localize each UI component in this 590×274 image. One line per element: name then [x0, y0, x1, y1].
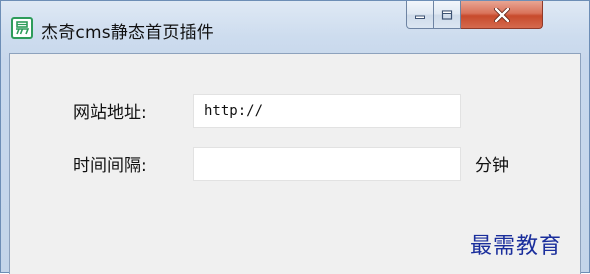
site-url-label: 网站地址: [73, 103, 147, 123]
interval-label: 时间间隔: [73, 156, 147, 176]
close-button[interactable] [461, 1, 543, 29]
minimize-icon [415, 15, 425, 19]
interval-unit-label: 分钟 [475, 156, 509, 176]
close-icon [493, 7, 510, 22]
maximize-icon [441, 9, 453, 20]
watermark-text: 最需教育 [470, 234, 563, 259]
maximize-button[interactable] [434, 1, 461, 29]
title-bar[interactable]: 杰奇cms静态首页插件 [1, 1, 589, 53]
interval-input[interactable] [193, 147, 461, 181]
site-url-input[interactable] [193, 94, 461, 128]
app-logo-icon[interactable] [11, 17, 33, 39]
window-title: 杰奇cms静态首页插件 [41, 23, 214, 43]
minimize-button[interactable] [406, 1, 434, 29]
caption-buttons [406, 1, 581, 29]
